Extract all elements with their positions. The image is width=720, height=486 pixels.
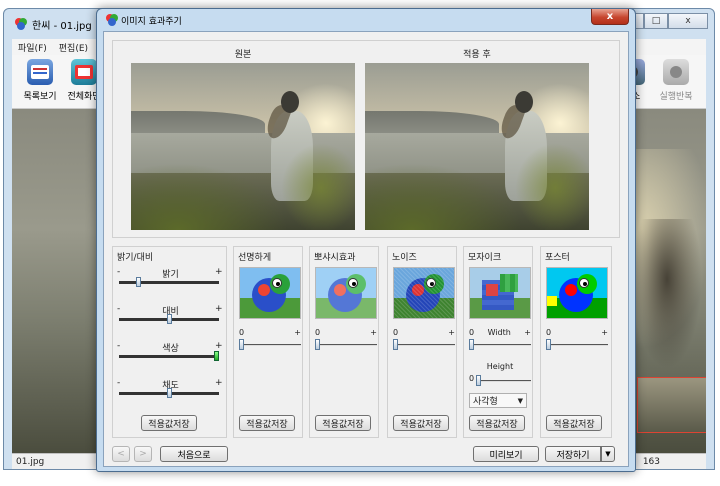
sharpen-group-title: 선명하게 [238,253,272,263]
brightness-slider-max: + [215,267,223,277]
save-dropdown-button[interactable]: ▼ [601,446,615,462]
status-filename: 01.jpg [16,456,45,467]
reset-button[interactable]: 처음으로 [160,446,228,462]
noise-max: + [448,328,455,337]
dialog-body: 원본 적용 후 밝기/대비 - 밝기 + - 대비 + - 색상 + - 채도 + 적용값저장 [103,31,629,467]
menu-edit[interactable]: 편집(E) [59,41,88,54]
dialog-title: 이미지 효과주기 [121,17,182,27]
noise-group: 노이즈 0 + 적용값저장 [387,246,457,438]
mosaic-width-value: 0 [469,328,475,337]
next-button[interactable]: > [134,446,152,462]
mosaic-shape-select[interactable]: 사각형 ▼ [469,393,527,408]
dialog-close-button[interactable]: x [591,9,629,25]
sharpen-thumbnail [239,267,301,319]
soft-focus-value-row: 0 + [315,328,377,337]
noise-group-title: 노이즈 [392,253,417,263]
mosaic-width-max: + [524,328,531,337]
noise-value-row: 0 + [393,328,455,337]
prev-button[interactable]: < [112,446,130,462]
chevron-down-icon: ▼ [517,396,523,405]
mosaic-width-label: Width [487,328,511,337]
navigator-viewport[interactable] [637,377,706,433]
brightness-contrast-group: 밝기/대비 - 밝기 + - 대비 + - 색상 + - 채도 + 적용값저장 [112,246,227,438]
close-button[interactable]: x [668,13,708,29]
original-label: 원본 [234,50,252,60]
after-photo [365,63,589,230]
brightness-slider-max: + [215,378,223,388]
soft-focus-max: + [370,328,377,337]
sharpen-value: 0 [239,328,245,337]
poster-save-button[interactable]: 적용값저장 [546,415,602,431]
dialog-titlebar[interactable]: 이미지 효과주기 x [97,9,635,31]
poster-thumbnail [546,267,608,319]
brightness-group-title: 밝기/대비 [117,253,154,263]
mosaic-width-slider[interactable] [469,339,531,351]
after-label: 적용 후 [463,50,491,60]
soft-focus-thumbnail [315,267,377,319]
mosaic-height-label: Height [486,362,514,371]
soft-focus-group-title: 뽀샤시효과 [314,253,356,263]
preview-button[interactable]: 미리보기 [473,446,539,462]
noise-value: 0 [393,328,399,337]
app-icon [15,18,27,30]
brightness-slider-track[interactable] [119,355,219,358]
toolbar-redo[interactable]: 실행반복 [652,59,700,102]
poster-value-row: 0 + [546,328,608,337]
toolbar-list-view-label: 목록보기 [23,92,57,102]
brightness-slider-knob[interactable] [167,314,172,324]
mosaic-thumbnail [469,267,531,319]
toolbar-redo-label: 실행반복 [659,92,693,102]
effects-dialog: 이미지 효과주기 x 원본 적용 후 밝기/대비 - 밝기 + - 대비 + -… [96,8,636,472]
poster-max: + [601,328,608,337]
mosaic-height-row: Height [469,362,531,371]
canvas-photo-figure [632,219,702,369]
dialog-app-icon [106,14,118,26]
sharpen-save-button[interactable]: 적용값저장 [239,415,295,431]
brightness-slider-knob[interactable] [214,351,219,361]
main-window-title: 한씨 - 01.jpg [32,21,92,32]
soft-focus-save-button[interactable]: 적용값저장 [315,415,371,431]
soft-focus-slider[interactable] [315,339,377,351]
fullscreen-icon [71,59,97,85]
poster-group: 포스터 0 + 적용값저장 [540,246,612,438]
original-photo [131,63,355,230]
brightness-slider-track[interactable] [119,281,219,284]
mosaic-shape-value: 사각형 [473,397,498,407]
brightness-save-button[interactable]: 적용값저장 [141,415,197,431]
brightness-slider-knob[interactable] [136,277,141,287]
brightness-slider-knob[interactable] [167,388,172,398]
save-button[interactable]: 저장하기 [545,446,601,462]
sharpen-group: 선명하게 0 + 적용값저장 [233,246,303,438]
noise-slider[interactable] [393,339,455,351]
poster-group-title: 포스터 [545,253,570,263]
menu-file[interactable]: 파일(F) [18,41,47,54]
status-right-value: 163 [642,456,660,467]
brightness-slider-max: + [215,304,223,314]
mosaic-width-row: 0 Width + [469,328,531,337]
mosaic-height-slider[interactable] [476,375,531,387]
mosaic-group-title: 모자이크 [468,253,502,263]
brightness-slider-max: + [215,341,223,351]
mosaic-height-value: 0 [469,374,475,383]
noise-save-button[interactable]: 적용값저장 [393,415,449,431]
sharpen-value-row: 0 + [239,328,301,337]
poster-slider[interactable] [546,339,608,351]
preview-area: 원본 적용 후 [112,40,620,238]
soft-focus-group: 뽀샤시효과 0 + 적용값저장 [309,246,379,438]
maximize-button[interactable]: □ [644,13,668,29]
sharpen-max: + [294,328,301,337]
poster-value: 0 [546,328,552,337]
soft-focus-value: 0 [315,328,321,337]
sharpen-slider[interactable] [239,339,301,351]
redo-icon [663,59,689,85]
noise-thumbnail [393,267,455,319]
brightness-slider-label: 색상 [162,344,179,354]
list-view-icon [27,59,53,85]
mosaic-group: 모자이크 0 Width + Height 0 사각형 ▼ 적용값저장 [463,246,533,438]
mosaic-save-button[interactable]: 적용값저장 [469,415,525,431]
brightness-slider-label: 밝기 [162,270,179,280]
